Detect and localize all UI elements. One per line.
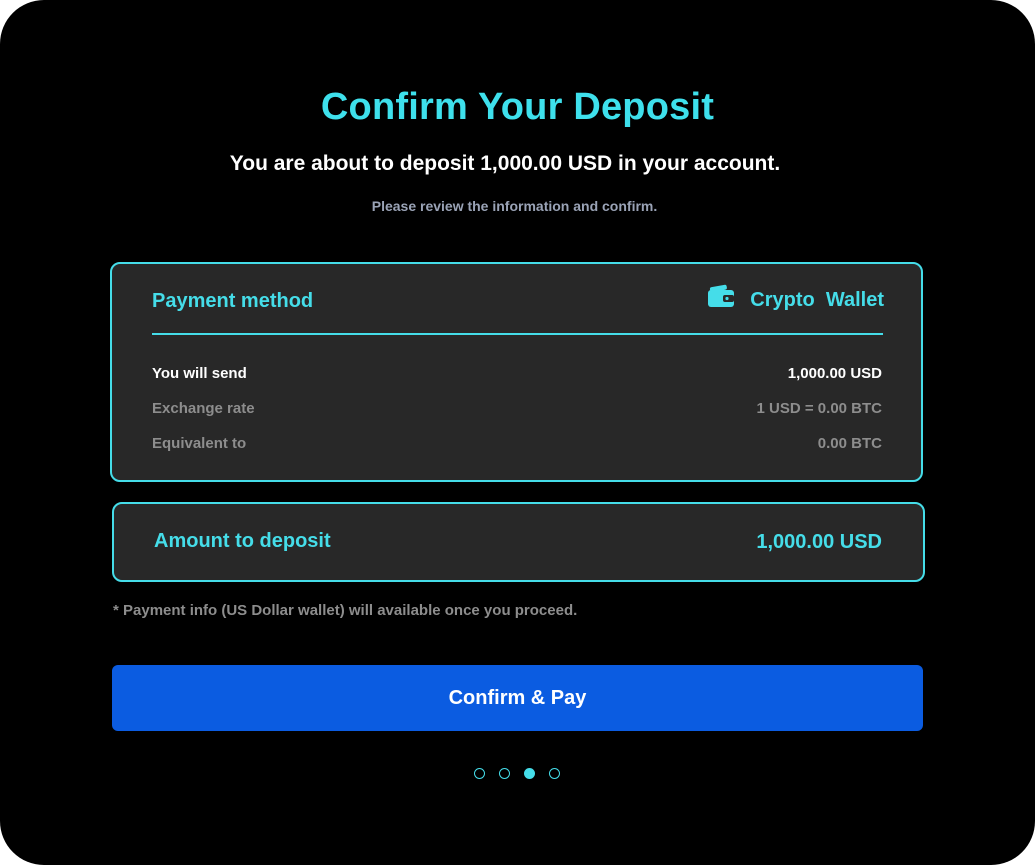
step-indicator [474,768,560,779]
selected-payment-method: Crypto Wallet [708,284,884,312]
detail-row-send: You will send 1,000.00 USD [152,365,882,382]
amount-value: 1,000.00 USD [756,531,882,553]
step-dot-4[interactable] [549,768,560,779]
step-dot-1[interactable] [474,768,485,779]
card-divider [152,333,883,335]
wallet-icon [708,284,735,308]
amount-to-deposit-card: Amount to deposit 1,000.00 USD [112,502,925,582]
detail-label: Exchange rate [152,400,255,417]
step-dot-2[interactable] [499,768,510,779]
detail-row-exchange-rate: Exchange rate 1 USD = 0.00 BTC [152,400,882,417]
deposit-summary-text: You are about to deposit 1,000.00 USD in… [229,152,781,175]
amount-label: Amount to deposit [154,530,331,552]
confirm-pay-button[interactable]: Confirm & Pay [112,665,923,731]
detail-label: You will send [152,365,247,382]
detail-label: Equivalent to [152,435,247,452]
payment-method-name: Crypto Wallet [750,288,884,311]
payment-method-label: Payment method [152,290,314,312]
deposit-dialog: Confirm Your Deposit You are about to de… [0,0,1035,865]
detail-value: 1 USD = 0.00 BTC [756,400,882,417]
step-dot-3-active[interactable] [524,768,535,779]
payment-info-note: * Payment info (US Dollar wallet) will a… [113,602,578,619]
detail-row-equivalent: Equivalent to 0.00 BTC [152,435,882,452]
detail-value: 1,000.00 USD [787,365,882,382]
detail-value: 0.00 BTC [817,435,882,452]
payment-method-card: Payment method Crypto Wallet You will se… [110,262,923,482]
page-title: Confirm Your Deposit [320,86,715,128]
review-hint-text: Please review the information and confir… [371,198,658,214]
